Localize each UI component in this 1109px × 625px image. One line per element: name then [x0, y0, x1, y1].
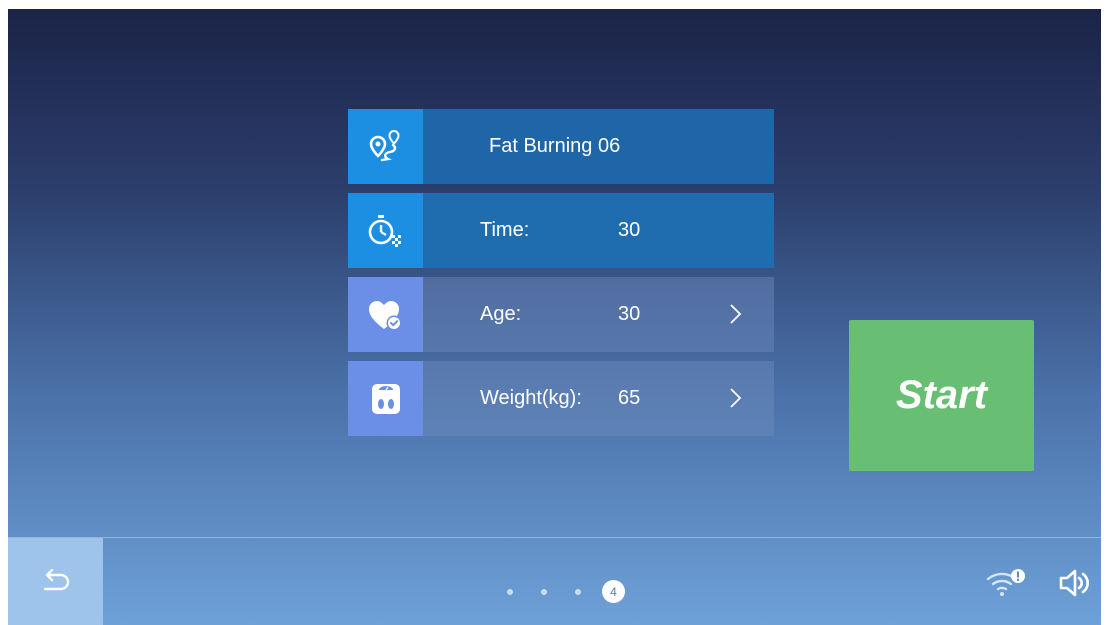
route-pin-icon — [348, 109, 423, 184]
program-title: Fat Burning 06 — [489, 135, 621, 157]
speaker-icon[interactable] — [1058, 568, 1094, 598]
wifi-warning-icon[interactable] — [985, 568, 1027, 598]
weight-field[interactable]: Weight(kg): 65 — [423, 361, 774, 436]
time-row: Time: 30 — [348, 193, 774, 268]
back-arrow-icon — [43, 569, 69, 591]
page-dot[interactable] — [575, 589, 581, 595]
age-row[interactable]: Age: 30 — [348, 277, 774, 352]
program-settings: Fat Burning 06 Time: 30 Age: 30 Weight(k… — [348, 109, 774, 445]
screen: Fat Burning 06 Time: 30 Age: 30 Weight(k… — [8, 9, 1101, 625]
weight-row[interactable]: Weight(kg): 65 — [348, 361, 774, 436]
program-title-field: Fat Burning 06 — [423, 109, 774, 184]
program-row: Fat Burning 06 — [348, 109, 774, 184]
weight-label: Weight(kg): — [480, 387, 582, 409]
start-button[interactable]: Start — [849, 320, 1034, 471]
heart-check-icon — [348, 277, 423, 352]
time-label: Time: — [480, 219, 530, 241]
age-value: 30 — [618, 303, 641, 325]
time-value: 30 — [618, 219, 641, 241]
age-field[interactable]: Age: 30 — [423, 277, 774, 352]
page-dot-current[interactable]: 4 — [602, 580, 625, 603]
time-field: Time: 30 — [423, 193, 774, 268]
age-label: Age: — [480, 303, 522, 325]
page-dot[interactable] — [541, 589, 547, 595]
chevron-right-icon[interactable] — [726, 385, 746, 411]
weight-value: 65 — [618, 387, 641, 409]
chevron-right-icon[interactable] — [726, 301, 746, 327]
back-button[interactable] — [8, 538, 103, 625]
bottom-bar: 4 — [8, 537, 1101, 625]
stopwatch-flag-icon — [348, 193, 423, 268]
scale-icon — [348, 361, 423, 436]
page-dot[interactable] — [507, 589, 513, 595]
